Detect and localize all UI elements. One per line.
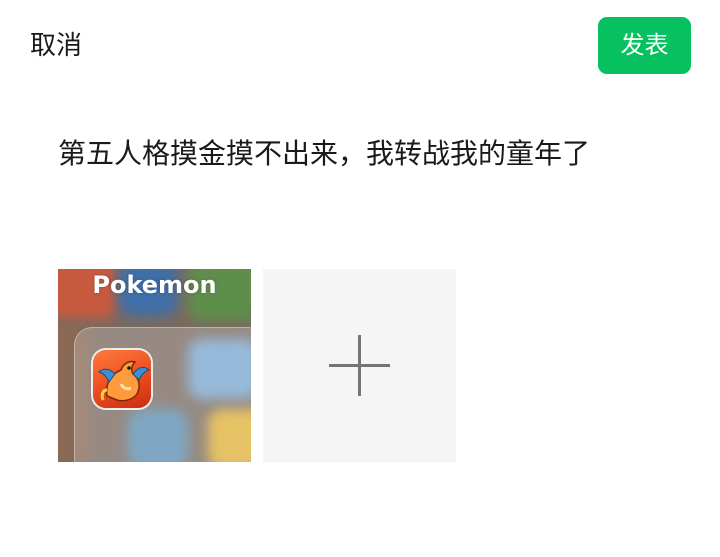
attached-image-thumbnail[interactable]: Pokemon [58, 269, 251, 462]
image-caption: Pokemon [92, 271, 217, 299]
cancel-button[interactable]: 取消 [30, 28, 82, 64]
add-image-button[interactable] [263, 269, 456, 462]
plus-icon [358, 335, 361, 396]
publish-button[interactable]: 发表 [598, 17, 691, 74]
pokemon-app-icon [93, 350, 151, 408]
post-text[interactable]: 第五人格摸金摸不出来，我转战我的童年了 [58, 134, 590, 174]
dragon-icon [98, 360, 150, 402]
top-bar: 取消 发表 [0, 0, 720, 90]
